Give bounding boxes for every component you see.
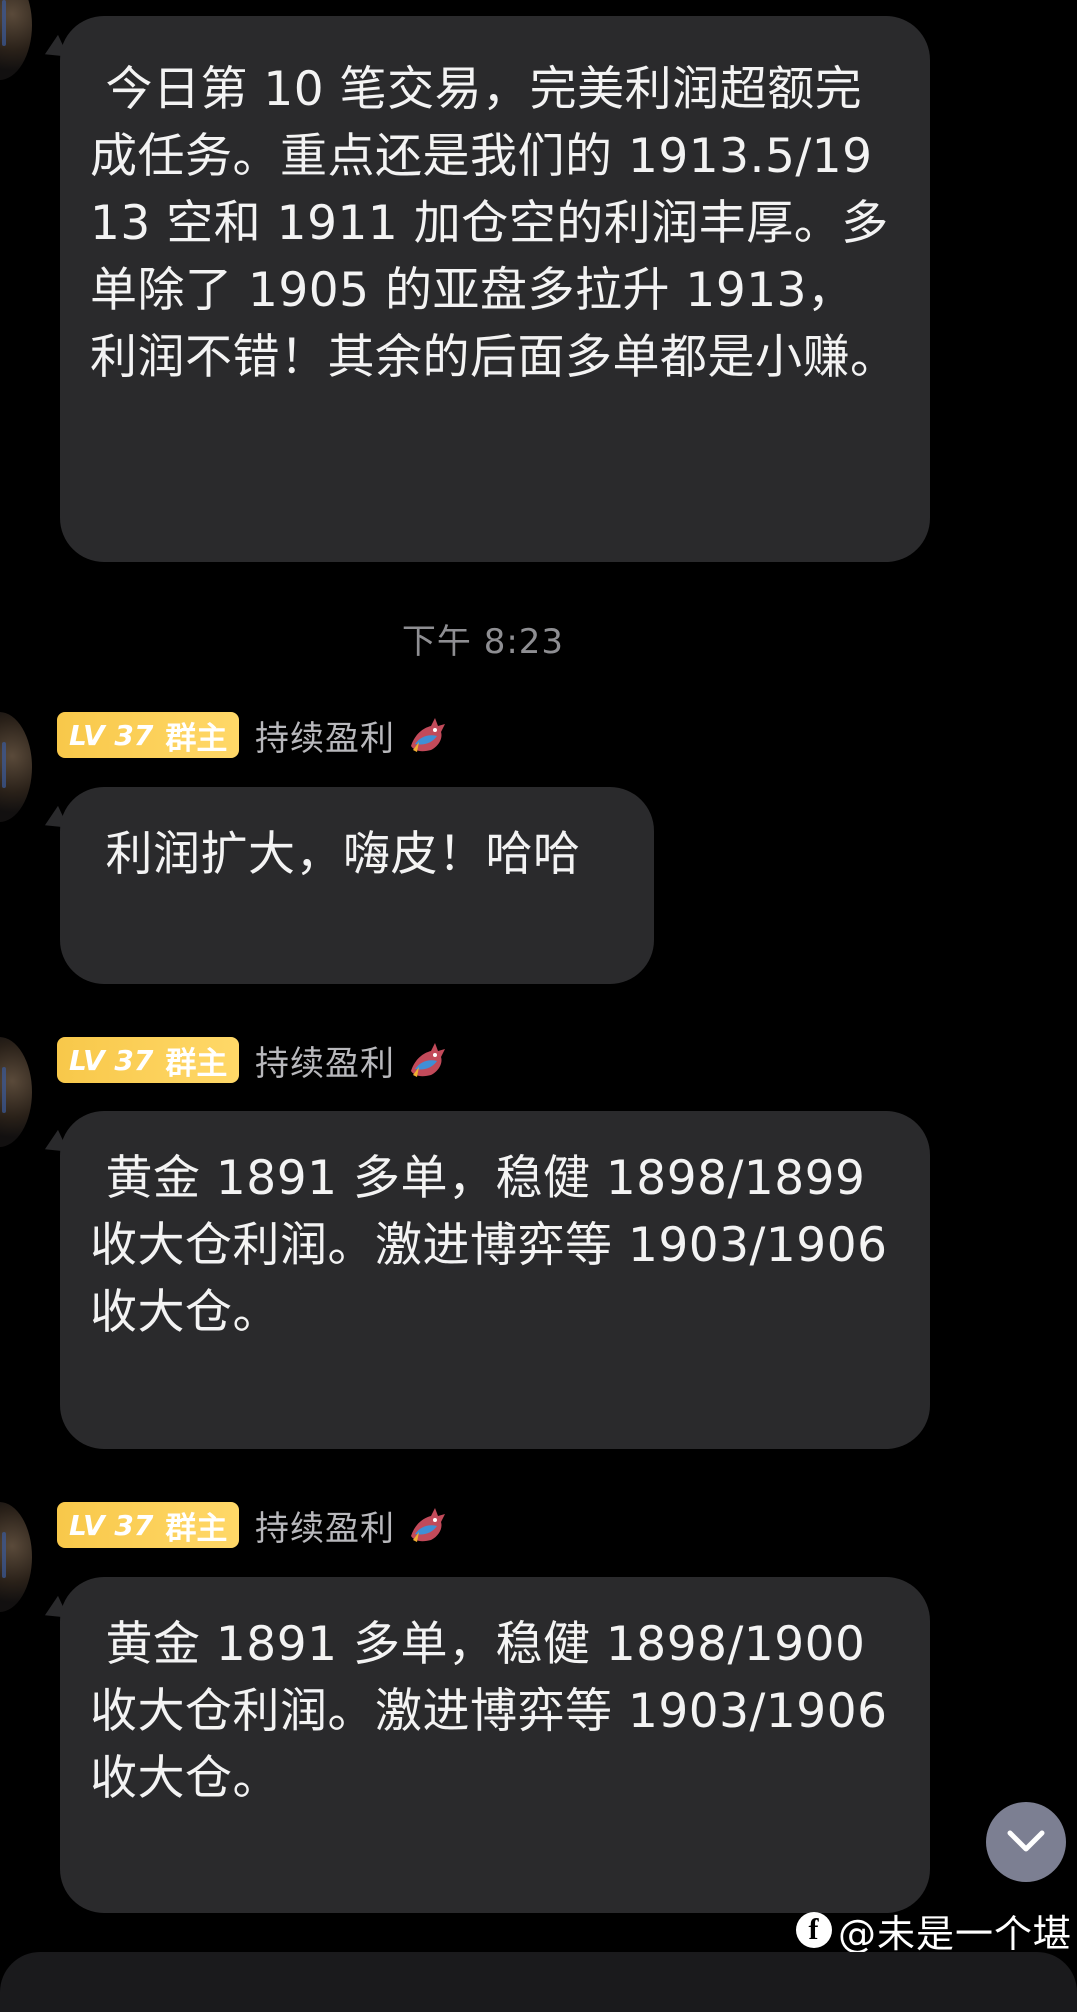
sender-row: LV 37 群主 持续盈利 [57, 1036, 451, 1085]
role-label: 群主 [165, 720, 228, 757]
message-text: 黄金 1891 多单，稳健 1898/1899 收大仓利润。激进博弈等 1903… [90, 1151, 903, 1340]
input-bar[interactable] [0, 1952, 1077, 2012]
facebook-icon: f [796, 1912, 832, 1948]
message-text: 利润扩大，嗨皮！哈哈 [90, 827, 581, 882]
sender-name[interactable]: 持续盈利 [255, 711, 395, 760]
level-badge: LV 37 群主 [57, 1037, 239, 1083]
role-label: 群主 [165, 1045, 228, 1082]
timestamp: 下午 8:23 [401, 622, 565, 662]
sender-row: LV 37 群主 持续盈利 [57, 711, 451, 760]
watermark: f @未是一个堪 [796, 1904, 1072, 1956]
sender-row: LV 37 群主 持续盈利 [57, 1501, 451, 1550]
sender-name[interactable]: 持续盈利 [255, 1036, 395, 1085]
sender-name[interactable]: 持续盈利 [255, 1501, 395, 1550]
message-bubble[interactable]: 黄金 1891 多单，稳健 1898/1899 收大仓利润。激进博弈等 1903… [60, 1111, 930, 1449]
message-text: 今日第 10 笔交易，完美利润超额完成任务。重点还是我们的 1913.5/191… [90, 62, 898, 385]
dragon-icon [411, 718, 445, 752]
scroll-to-bottom-button[interactable] [986, 1802, 1066, 1882]
chevron-down-icon [1007, 1830, 1045, 1852]
avatar[interactable] [0, 1502, 32, 1612]
role-label: 群主 [165, 1510, 228, 1547]
level-label: LV 37 [69, 1043, 154, 1077]
message-bubble[interactable]: 利润扩大，嗨皮！哈哈 [60, 787, 654, 984]
level-badge: LV 37 群主 [57, 1502, 239, 1548]
dragon-icon [411, 1508, 445, 1542]
avatar[interactable] [0, 0, 32, 80]
level-label: LV 37 [69, 718, 154, 752]
dragon-icon [411, 1043, 445, 1077]
level-label: LV 37 [69, 1508, 154, 1542]
avatar[interactable] [0, 712, 32, 822]
message-bubble[interactable]: 黄金 1891 多单，稳健 1898/1900 收大仓利润。激进博弈等 1903… [60, 1577, 930, 1913]
watermark-text: @未是一个堪 [838, 1911, 1073, 1956]
message-text: 黄金 1891 多单，稳健 1898/1900 收大仓利润。激进博弈等 1903… [90, 1617, 903, 1806]
level-badge: LV 37 群主 [57, 712, 239, 758]
avatar[interactable] [0, 1037, 32, 1147]
message-bubble[interactable]: 今日第 10 笔交易，完美利润超额完成任务。重点还是我们的 1913.5/191… [60, 16, 930, 562]
